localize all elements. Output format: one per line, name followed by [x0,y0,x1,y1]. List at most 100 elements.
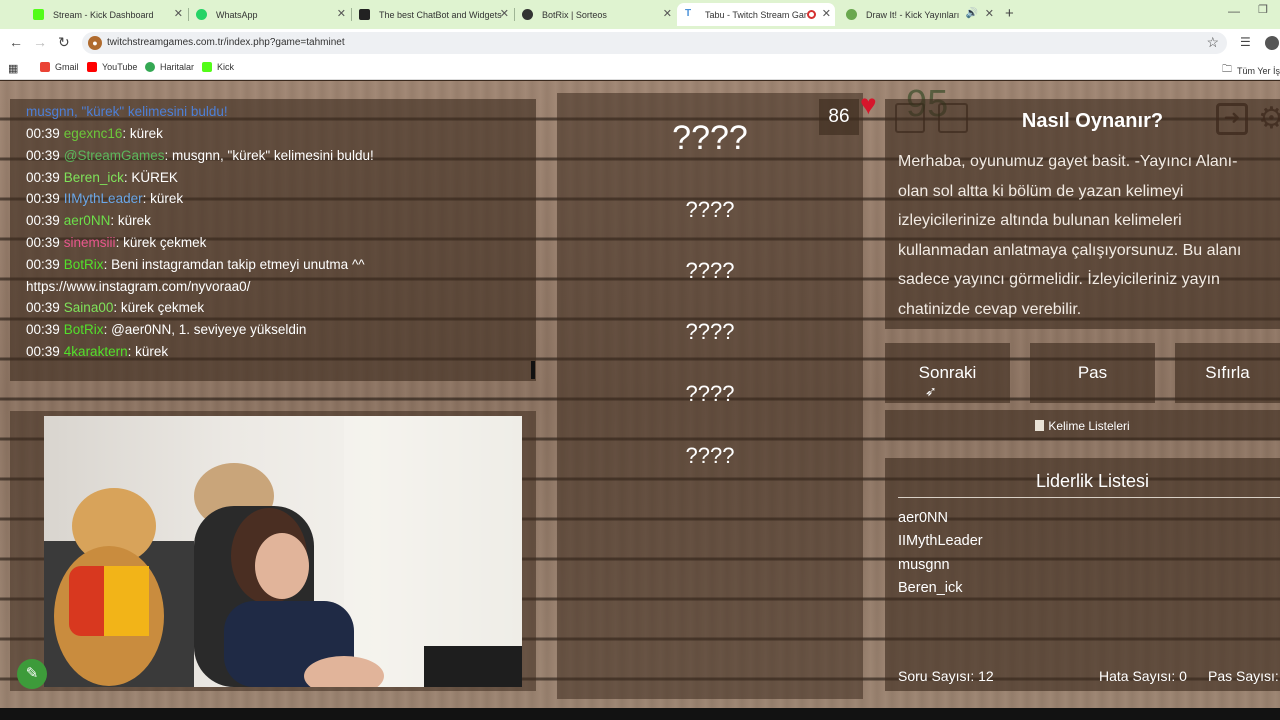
close-icon[interactable]: ✕ [985,7,994,20]
edit-pencil-button[interactable]: ✎ [17,659,47,689]
chat-username[interactable]: Saina00 [64,300,114,315]
tab-kick-dashboard[interactable]: Stream - Kick Dashboard ✕ [25,3,187,26]
bookmark-maps[interactable]: Haritalar [145,62,194,72]
bookmarks-bar: ▦ Gmail YouTube Haritalar Kick 🗀 Tüm Yer … [0,57,1280,80]
forward-icon[interactable]: → [33,34,47,50]
taskbar-strip [0,708,1280,720]
reload-icon[interactable]: ↻ [58,34,70,51]
chat-message: 00:39 Saina00: kürek çekmek [26,300,204,315]
chat-username[interactable]: BotRix [64,257,104,272]
word-lists-button[interactable]: Kelime Listeleri [885,410,1280,440]
apps-icon[interactable]: ▦ [8,62,18,75]
chat-text: : kürek [122,126,163,141]
leaderboard-entry: aer0NN [898,510,948,526]
minimize-icon[interactable]: — [1228,4,1240,18]
tab-title: Tabu - Twitch Stream Game [705,9,807,20]
chat-message: 00:39 BotRix: @aer0NN, 1. seviyeye yüksel… [26,322,306,337]
restore-icon[interactable]: ❐ [1258,3,1268,16]
close-icon[interactable]: ✕ [822,7,831,20]
gmail-icon [40,62,50,72]
chat-scrollbar[interactable] [531,361,535,379]
new-tab-button[interactable]: + [1005,5,1014,22]
youtube-icon [87,62,97,72]
webcam-video [44,416,522,687]
gear-icon[interactable]: ⚙ [1258,101,1280,136]
chat-message: 00:39 egexnc16: kürek [26,126,163,141]
chat-username[interactable]: BotRix [64,322,104,337]
chat-timestamp: 00:39 [26,213,60,229]
profile-avatar[interactable] [1265,36,1279,50]
tab-whatsapp[interactable]: WhatsApp ✕ [188,3,350,26]
chat-username[interactable]: IIMythLeader [64,191,143,206]
pass-count: Pas Sayısı: 4 [1208,668,1280,684]
exit-icon[interactable]: ➜ [1216,103,1248,135]
bookmark-label: Haritalar [160,62,195,72]
bookmark-label: YouTube [102,62,138,72]
leaderboard-panel: Liderlik Listesi aer0NN IIMythLeader mus… [885,458,1280,691]
pass-button[interactable]: Pas [1030,343,1155,403]
chat-message: 00:39 BotRix: Beni instagramdan takip etm… [26,257,365,272]
heart-icon: ♥ [860,89,877,120]
close-icon[interactable]: ✕ [500,7,509,20]
bookmark-label: Tüm Yer İşa [1237,65,1280,76]
hidden-word: ???? [685,319,735,344]
close-icon[interactable]: ✕ [337,7,346,20]
site-info-icon[interactable]: ● [88,36,102,50]
game-page: musgnn, "kürek" kelimesini buldu! 00:39 e… [0,81,1280,708]
chat-text: : kürek çekmek [115,235,207,250]
close-icon[interactable]: ✕ [663,7,672,20]
chat-text: : musgnn, "kürek" kelimesini buldu! [164,147,374,163]
tab-tabu-game[interactable]: T Tabu - Twitch Stream Game ✕ [677,3,835,26]
kick-icon [202,62,212,72]
hidden-words-column: ???? ???? ???? ???? ???? ???? [557,93,863,699]
bookmark-gmail[interactable]: Gmail [40,62,79,72]
score-counter: 86 [819,99,859,135]
tab-title: Stream - Kick Dashboard [53,9,154,20]
tab-title: The best ChatBot and Widgets [379,9,502,20]
bookmark-star-icon[interactable]: ☆ [1206,34,1219,51]
all-bookmarks[interactable]: 🗀 Tüm Yer İşa [1222,62,1280,79]
chat-message: 00:39 Beren_ick: KÜREK [26,170,178,185]
chat-text: : @aer0NN, 1. seviyeye yükseldin [103,322,307,338]
chat-timestamp: 00:39 [26,126,60,141]
chat-timestamp: 00:39 [26,300,60,316]
chatbot-icon [359,9,370,20]
botrix-icon [522,9,533,20]
chat-username[interactable]: aer0NN [64,213,111,228]
chat-text: : kürek [142,191,184,207]
draw-it-icon [846,9,857,20]
bookmark-label: Gmail [55,62,79,72]
bookmark-youtube[interactable]: YouTube [87,62,137,72]
chat-text: : kürek [127,344,169,359]
address-bar[interactable]: ● twitchstreamgames.com.tr/index.php?gam… [82,32,1227,54]
chat-username[interactable]: @StreamGames [64,148,165,163]
leaderboard-divider [898,497,1280,498]
tab-draw-it[interactable]: Draw It! - Kick Yayınları İçin 🔊 ✕ [838,3,998,26]
chat-username[interactable]: egexnc16 [64,126,123,141]
chat-username[interactable]: sinemsiii [64,235,116,250]
close-icon[interactable]: ✕ [174,7,183,20]
bookmark-kick[interactable]: Kick [202,62,234,72]
back-icon[interactable]: ← [9,34,23,50]
chat-username[interactable]: 4karaktern [64,344,128,359]
chat-message: 00:39 sinemsiii: kürek çekmek [26,235,206,250]
webcam-scene [44,416,522,687]
folder-icon: 🗀 [1222,64,1232,75]
chat-timestamp: 00:39 [26,235,60,250]
chat-timestamp: 00:39 [26,191,60,207]
next-button[interactable]: Sonraki [885,343,1010,403]
chat-timestamp: 00:39 [26,322,60,338]
chat-message: https://www.instagram.com/nyvoraa0/ [26,279,250,294]
chat-text: https://www.instagram.com/nyvoraa0/ [26,278,251,294]
url-text[interactable]: twitchstreamgames.com.tr/index.php?game=… [107,37,345,48]
hidden-word: ???? [685,381,735,406]
tab-botrix-sorteos[interactable]: BotRix | Sorteos ✕ [514,3,676,26]
extensions-icon[interactable]: ☰ [1240,35,1251,49]
desk-object [424,646,522,687]
chat-username[interactable]: Beren_ick [64,170,124,185]
chat-timestamp: 00:39 [26,344,60,359]
speaker-icon[interactable]: 🔊 [966,8,978,19]
tab-chatbot-widgets[interactable]: The best ChatBot and Widgets ✕ [351,3,513,26]
reset-button[interactable]: Sıfırla [1175,343,1280,403]
error-count: Hata Sayısı: 0 [1099,668,1187,684]
